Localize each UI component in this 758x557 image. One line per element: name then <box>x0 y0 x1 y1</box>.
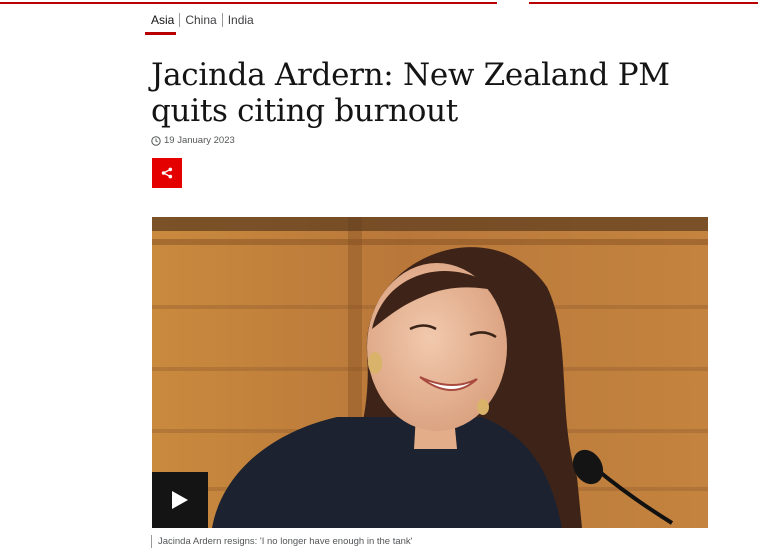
article-photo <box>152 217 708 528</box>
nav-item-china[interactable]: China <box>185 13 216 27</box>
article-headline: Jacinda Ardern: New Zealand PM quits cit… <box>151 57 670 129</box>
play-icon <box>172 491 188 509</box>
lead-media <box>152 217 708 528</box>
image-caption: Jacinda Ardern resigns: 'I no longer hav… <box>151 535 413 548</box>
article-meta: 19 January 2023 <box>151 135 235 146</box>
share-icon <box>161 167 173 179</box>
nav-divider <box>221 13 223 27</box>
clock-icon <box>151 135 161 146</box>
article-date: 19 January 2023 <box>164 135 235 146</box>
nav-divider <box>179 13 181 27</box>
top-rule <box>529 2 758 4</box>
top-rule <box>0 2 497 4</box>
secondary-nav: Asia China India <box>144 10 254 35</box>
nav-item-asia[interactable]: Asia <box>144 13 177 35</box>
play-video-button[interactable] <box>152 472 208 528</box>
nav-item-india[interactable]: India <box>228 13 254 27</box>
share-button[interactable] <box>152 158 182 188</box>
article-page: Asia China India Jacinda Ardern: New Zea… <box>0 0 758 557</box>
